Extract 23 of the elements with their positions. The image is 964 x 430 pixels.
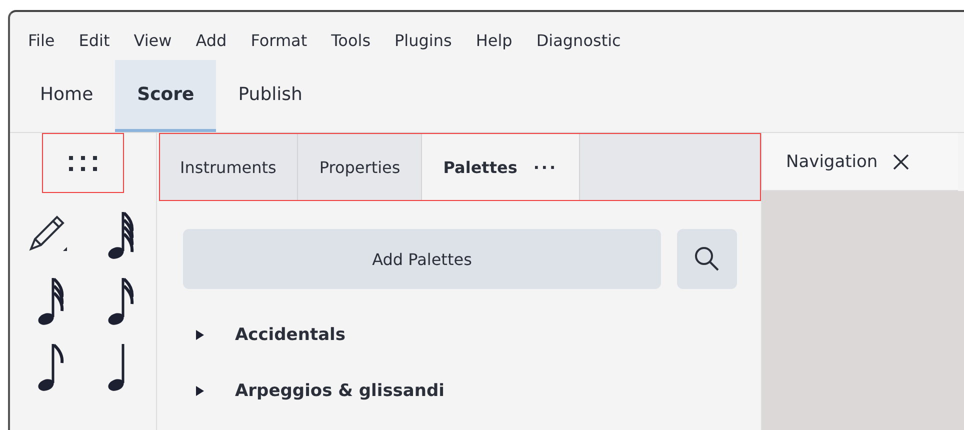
- close-icon: [892, 152, 910, 170]
- menu-item[interactable]: Diagnostic: [528, 26, 629, 54]
- menu-item[interactable]: Tools: [323, 26, 379, 54]
- search-button[interactable]: [677, 229, 737, 289]
- close-button[interactable]: [892, 152, 910, 170]
- navigation-title: Navigation: [786, 152, 878, 172]
- palette-item[interactable]: Accidentals: [195, 325, 761, 345]
- ribbon-tab[interactable]: Home: [18, 60, 116, 132]
- more-menu[interactable]: ···: [533, 158, 558, 176]
- search-icon: [694, 246, 720, 272]
- menu-item[interactable]: Format: [242, 26, 316, 54]
- ribbon-tab[interactable]: Score: [115, 60, 216, 132]
- menu-item[interactable]: Plugins: [386, 26, 460, 54]
- grip-icon[interactable]: [68, 154, 98, 172]
- menu-item[interactable]: View: [126, 26, 180, 54]
- ribbon-tab[interactable]: Publish: [216, 60, 324, 132]
- palette-item[interactable]: Arpeggios & glissandi: [195, 381, 761, 401]
- panel-tab[interactable]: Palettes ···: [422, 133, 580, 201]
- add-palettes-button[interactable]: Add Palettes: [183, 229, 661, 289]
- menu-item[interactable]: Add: [188, 26, 235, 54]
- menu-item[interactable]: File: [20, 26, 63, 54]
- menu-item[interactable]: Help: [468, 26, 520, 54]
- menu-item[interactable]: Edit: [70, 26, 118, 54]
